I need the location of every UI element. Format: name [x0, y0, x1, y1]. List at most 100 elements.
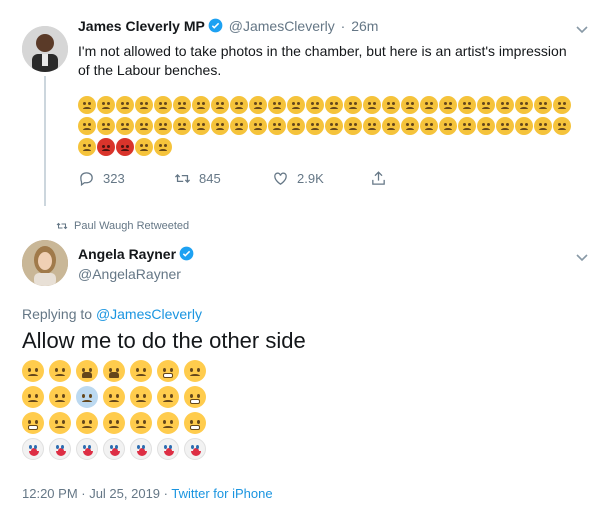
sad-face-emoji-icon — [287, 117, 305, 135]
tweet2-emoji-block — [22, 360, 252, 464]
sad-face-emoji-icon — [103, 386, 125, 408]
clown-face-emoji-icon — [22, 438, 44, 460]
reply-button[interactable]: 323 — [78, 168, 125, 188]
sad-face-emoji-icon — [515, 96, 533, 114]
sad-face-emoji-icon — [477, 117, 495, 135]
upside-face-emoji-icon — [184, 360, 206, 382]
grin-face-emoji-icon — [184, 412, 206, 434]
emoji-row — [22, 360, 252, 382]
sad-face-emoji-icon — [515, 117, 533, 135]
reply-count: 323 — [103, 170, 125, 186]
tweet1-emoji-block — [78, 96, 583, 159]
sad-face-emoji-icon — [439, 96, 457, 114]
like-button[interactable]: 2.9K — [272, 168, 324, 188]
sad-face-emoji-icon — [116, 117, 134, 135]
chevron-down-icon[interactable] — [574, 250, 590, 266]
tweet2-header: Angela Rayner — [78, 246, 194, 262]
share-icon — [372, 170, 385, 185]
sad-face-emoji-icon — [249, 96, 267, 114]
timestamp-text[interactable]: 12:20 PM · Jul 25, 2019 — [22, 486, 160, 501]
emoji-row — [78, 117, 583, 136]
avatar-james-cleverly[interactable] — [22, 26, 68, 72]
share-button[interactable] — [370, 168, 387, 188]
sad-face-emoji-icon — [268, 96, 286, 114]
avatar-angela-rayner[interactable] — [22, 240, 68, 286]
tweet-source[interactable]: Twitter for iPhone — [171, 486, 272, 501]
sad-face-emoji-icon — [325, 96, 343, 114]
chevron-down-icon[interactable] — [574, 22, 590, 38]
reply-icon — [80, 171, 93, 186]
author-handle[interactable]: @JamesCleverly — [229, 18, 335, 34]
sad-face-emoji-icon — [173, 96, 191, 114]
sad-face-emoji-icon — [157, 386, 179, 408]
sad-face-emoji-icon — [103, 412, 125, 434]
author-name[interactable]: Angela Rayner — [78, 246, 176, 262]
sad-face-emoji-icon — [534, 96, 552, 114]
sad-face-emoji-icon — [553, 96, 571, 114]
author-handle[interactable]: @AngelaRayner — [78, 266, 181, 282]
sad-face-emoji-icon — [154, 138, 172, 156]
sad-face-emoji-icon — [458, 96, 476, 114]
sad-face-emoji-icon — [230, 117, 248, 135]
sad-face-emoji-icon — [192, 117, 210, 135]
sad-face-emoji-icon — [135, 117, 153, 135]
emoji-row — [78, 96, 583, 115]
heart-icon — [274, 172, 287, 185]
sad-face-emoji-icon — [135, 138, 153, 156]
sad-face-emoji-icon — [130, 412, 152, 434]
retweet-context-label[interactable]: Paul Waugh Retweeted — [74, 220, 189, 232]
grin-face-emoji-icon — [157, 360, 179, 382]
sad-face-emoji-icon — [306, 96, 324, 114]
emoji-row — [78, 138, 583, 157]
sad-face-emoji-icon — [344, 96, 362, 114]
grin-face-emoji-icon — [184, 386, 206, 408]
time-ago[interactable]: 26m — [351, 18, 378, 34]
clown-face-emoji-icon — [130, 438, 152, 460]
sad-face-emoji-icon — [477, 96, 495, 114]
sad-face-emoji-icon — [287, 96, 305, 114]
scream-face-emoji-icon — [76, 386, 98, 408]
sad-face-emoji-icon — [154, 96, 172, 114]
tweet1-actions: 323 845 2.9K — [78, 168, 408, 188]
verified-badge-icon — [208, 18, 223, 33]
retweet-icon — [174, 173, 191, 183]
sad-face-emoji-icon — [78, 117, 96, 135]
retweet-button[interactable]: 845 — [174, 168, 221, 188]
sad-face-emoji-icon — [135, 96, 153, 114]
sad-face-emoji-icon — [420, 117, 438, 135]
sad-face-emoji-icon — [230, 96, 248, 114]
clown-face-emoji-icon — [157, 438, 179, 460]
clown-face-emoji-icon — [49, 438, 71, 460]
clown-face-emoji-icon — [184, 438, 206, 460]
replying-prefix: Replying to — [22, 306, 93, 322]
emoji-row — [22, 412, 252, 434]
flushed-face-emoji-icon — [22, 360, 44, 382]
cry-face-emoji-icon — [103, 360, 125, 382]
sad-face-emoji-icon — [78, 96, 96, 114]
cry-face-emoji-icon — [76, 360, 98, 382]
sad-face-emoji-icon — [496, 96, 514, 114]
sad-face-emoji-icon — [344, 117, 362, 135]
retweet-count: 845 — [199, 170, 221, 186]
sad-face-emoji-icon — [97, 96, 115, 114]
clown-face-emoji-icon — [76, 438, 98, 460]
sad-face-emoji-icon — [363, 117, 381, 135]
sad-face-emoji-icon — [154, 117, 172, 135]
angry-face-emoji-icon — [116, 138, 134, 156]
neutral-face-emoji-icon — [76, 412, 98, 434]
sad-face-emoji-icon — [439, 117, 457, 135]
sad-face-emoji-icon — [382, 96, 400, 114]
sad-face-emoji-icon — [130, 386, 152, 408]
zany-face-emoji-icon — [22, 386, 44, 408]
replying-to-link[interactable]: @JamesCleverly — [96, 306, 202, 322]
separator: · — [340, 18, 346, 34]
like-count: 2.9K — [297, 170, 324, 186]
author-name[interactable]: James Cleverly MP — [78, 18, 205, 34]
sad-face-emoji-icon — [401, 96, 419, 114]
sad-face-emoji-icon — [97, 117, 115, 135]
sad-face-emoji-icon — [211, 117, 229, 135]
sad-face-emoji-icon — [173, 117, 191, 135]
sad-face-emoji-icon — [553, 117, 571, 135]
sad-face-emoji-icon — [116, 96, 134, 114]
tweet2-text: Allow me to do the other side — [22, 328, 306, 353]
